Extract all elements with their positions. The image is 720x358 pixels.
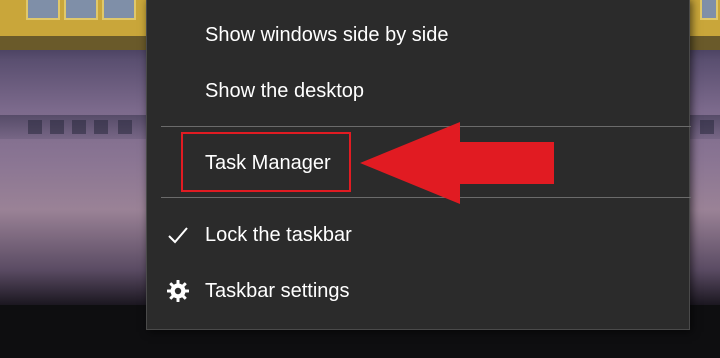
wallpaper-reflection-pane [50, 120, 64, 134]
menu-item-show-windows-side-by-side[interactable]: Show windows side by side [147, 13, 689, 57]
menu-item-label: Lock the taskbar [205, 223, 352, 246]
red-arrow-icon [360, 122, 554, 204]
menu-item-taskbar-settings[interactable]: Taskbar settings [147, 269, 689, 313]
wallpaper-window [102, 0, 136, 20]
wallpaper-window [64, 0, 98, 20]
gear-icon [165, 278, 191, 304]
menu-item-show-the-desktop[interactable]: Show the desktop [147, 69, 689, 113]
wallpaper-reflection-pane [700, 120, 714, 134]
menu-item-lock-the-taskbar[interactable]: Lock the taskbar [147, 213, 689, 257]
menu-item-label: Show the desktop [205, 79, 364, 102]
checkmark-icon [165, 222, 191, 248]
task-manager-highlight [181, 132, 351, 192]
menu-item-label: Show windows side by side [205, 23, 449, 46]
wallpaper-reflection-pane [94, 120, 108, 134]
wallpaper-reflection-pane [72, 120, 86, 134]
menu-item-label: Taskbar settings [205, 279, 350, 302]
wallpaper-reflection-pane [28, 120, 42, 134]
wallpaper-window [700, 0, 718, 20]
wallpaper-window [26, 0, 60, 20]
wallpaper-reflection-pane [118, 120, 132, 134]
